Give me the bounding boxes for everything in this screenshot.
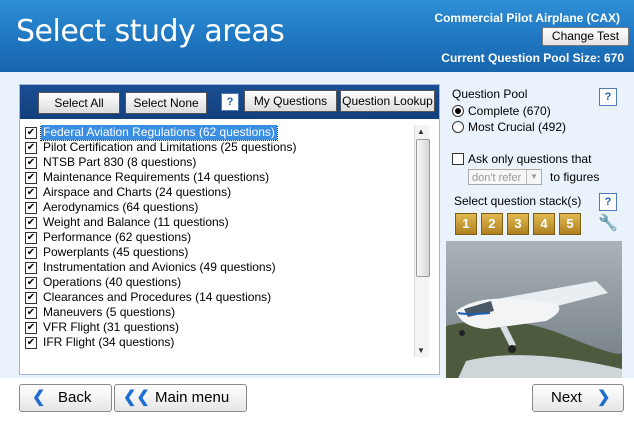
back-button[interactable]: ❮ Back — [19, 384, 112, 412]
study-area-item[interactable]: ✔ Performance (62 questions) — [25, 230, 413, 245]
study-area-label: Maneuvers (5 questions) — [43, 305, 176, 319]
scroll-down-icon[interactable]: ▼ — [417, 346, 425, 355]
study-area-label: Instrumentation and Avionics (49 questio… — [43, 260, 276, 274]
back-label: Back — [58, 389, 92, 406]
stack-help-icon[interactable]: ? — [599, 193, 617, 211]
study-area-item[interactable]: ✔ NTSB Part 830 (8 questions) — [25, 155, 413, 170]
study-area-item[interactable]: ✔ Federal Aviation Regulations (62 questi… — [25, 125, 413, 141]
double-back-arrow-icon: ❮❮ — [123, 389, 150, 406]
scroll-up-icon[interactable]: ▲ — [417, 127, 425, 136]
stack-heading: Select question stack(s) — [454, 194, 582, 208]
study-area-item[interactable]: ✔ Weight and Balance (11 questions) — [25, 215, 413, 230]
change-test-button[interactable]: Change Test — [542, 27, 629, 46]
complete-radio[interactable] — [452, 105, 464, 117]
options-panel: Question Pool ? Complete (670) Most Cruc… — [446, 84, 622, 383]
stack-4-button[interactable]: 4 — [533, 213, 555, 235]
study-area-label: VFR Flight (31 questions) — [43, 320, 180, 334]
study-area-item[interactable]: ✔ Instrumentation and Avionics (49 questi… — [25, 260, 413, 275]
page-title: Select study areas — [16, 14, 285, 49]
help-icon[interactable]: ? — [221, 93, 239, 111]
complete-label: Complete (670) — [468, 104, 551, 118]
study-area-label: Weight and Balance (11 questions) — [43, 215, 229, 229]
study-area-checkbox[interactable]: ✔ — [25, 156, 37, 169]
study-area-item[interactable]: ✔ IFR Flight (34 questions) — [25, 335, 413, 350]
list-toolbar: Select All Select None ? My Questions Qu… — [20, 85, 439, 119]
stack-2-button[interactable]: 2 — [481, 213, 503, 235]
test-name: Commercial Pilot Airplane (CAX) — [434, 11, 620, 25]
next-button[interactable]: Next ❯ — [532, 384, 624, 412]
next-arrow-icon: ❯ — [597, 389, 611, 406]
study-area-item[interactable]: ✔ Operations (40 questions) — [25, 275, 413, 290]
study-area-item[interactable]: ✔ VFR Flight (31 questions) — [25, 320, 413, 335]
study-area-label: Maintenance Requirements (14 questions) — [43, 170, 270, 184]
study-area-label: Pilot Certification and Limitations (25 … — [43, 140, 297, 154]
study-area-label: NTSB Part 830 (8 questions) — [43, 155, 197, 169]
study-area-panel: Select All Select None ? My Questions Qu… — [19, 84, 440, 375]
question-lookup-button[interactable]: Question Lookup — [340, 90, 435, 112]
study-area-label: Clearances and Procedures (14 questions) — [43, 290, 272, 304]
study-area-checkbox[interactable]: ✔ — [25, 141, 37, 154]
study-area-checkbox[interactable]: ✔ — [25, 336, 37, 349]
select-none-button[interactable]: Select None — [125, 92, 207, 114]
study-area-label: Federal Aviation Regulations (62 questio… — [40, 125, 278, 141]
study-area-checkbox[interactable]: ✔ — [25, 291, 37, 304]
most-crucial-label: Most Crucial (492) — [468, 120, 567, 134]
stack-1-button[interactable]: 1 — [455, 213, 477, 235]
study-area-checkbox[interactable]: ✔ — [25, 201, 37, 214]
study-area-item[interactable]: ✔ Powerplants (45 questions) — [25, 245, 413, 260]
study-area-label: Performance (62 questions) — [43, 230, 192, 244]
to-figures-label: to figures — [550, 170, 600, 184]
header: Select study areas Commercial Pilot Airp… — [0, 0, 634, 72]
most-crucial-radio[interactable] — [452, 121, 464, 133]
study-area-label: Aerodynamics (64 questions) — [43, 200, 199, 214]
refer-figures-dropdown[interactable]: don't refer ▼ — [468, 169, 542, 185]
ask-only-checkbox[interactable] — [452, 153, 464, 165]
study-area-checkbox[interactable]: ✔ — [25, 306, 37, 319]
study-area-checkbox[interactable]: ✔ — [25, 186, 37, 199]
study-area-list: ✔ Federal Aviation Regulations (62 questi… — [25, 125, 413, 357]
study-area-label: Airspace and Charts (24 questions) — [43, 185, 232, 199]
study-area-item[interactable]: ✔ Airspace and Charts (24 questions) — [25, 185, 413, 200]
study-area-checkbox[interactable]: ✔ — [25, 216, 37, 229]
my-questions-button[interactable]: My Questions — [244, 90, 337, 112]
pool-size-label: Current Question Pool Size: 670 — [441, 51, 624, 65]
scroll-thumb[interactable] — [416, 139, 430, 277]
main-menu-label: Main menu — [155, 389, 230, 406]
study-area-label: Powerplants (45 questions) — [43, 245, 189, 259]
select-all-button[interactable]: Select All — [38, 92, 120, 114]
content-area: Select All Select None ? My Questions Qu… — [0, 72, 634, 383]
study-area-label: IFR Flight (34 questions) — [43, 335, 175, 349]
chevron-down-icon: ▼ — [526, 170, 541, 184]
study-area-item[interactable]: ✔ Pilot Certification and Limitations (25… — [25, 140, 413, 155]
stack-3-button[interactable]: 3 — [507, 213, 529, 235]
next-label: Next — [551, 389, 582, 406]
study-area-checkbox[interactable]: ✔ — [25, 231, 37, 244]
list-scrollbar[interactable]: ▲ ▼ — [414, 125, 430, 357]
study-area-item[interactable]: ✔ Maneuvers (5 questions) — [25, 305, 413, 320]
wrench-icon[interactable]: 🔧 — [597, 213, 619, 235]
study-area-item[interactable]: ✔ Aerodynamics (64 questions) — [25, 200, 413, 215]
refer-figures-value: don't refer — [472, 172, 522, 184]
stack-5-button[interactable]: 5 — [559, 213, 581, 235]
back-arrow-icon: ❮ — [32, 389, 46, 406]
study-area-item[interactable]: ✔ Maintenance Requirements (14 questions) — [25, 170, 413, 185]
question-pool-heading: Question Pool — [452, 87, 528, 101]
airplane-photo — [446, 241, 622, 383]
study-area-checkbox[interactable]: ✔ — [25, 276, 37, 289]
study-area-checkbox[interactable]: ✔ — [25, 126, 37, 139]
study-area-checkbox[interactable]: ✔ — [25, 321, 37, 334]
study-area-item[interactable]: ✔ Clearances and Procedures (14 questions… — [25, 290, 413, 305]
main-menu-button[interactable]: ❮❮ Main menu — [114, 384, 247, 412]
study-area-checkbox[interactable]: ✔ — [25, 246, 37, 259]
study-area-label: Operations (40 questions) — [43, 275, 182, 289]
study-area-checkbox[interactable]: ✔ — [25, 261, 37, 274]
pool-help-icon[interactable]: ? — [599, 88, 617, 106]
ask-only-label: Ask only questions that — [468, 152, 592, 166]
study-area-checkbox[interactable]: ✔ — [25, 171, 37, 184]
